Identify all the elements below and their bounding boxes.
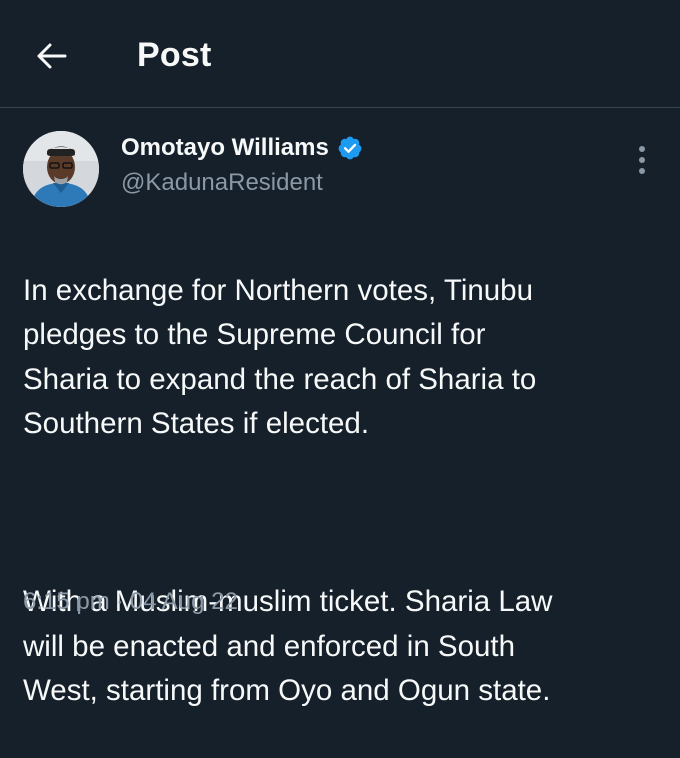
more-vertical-icon — [638, 145, 646, 180]
author-name-text: Omotayo Williams — [121, 134, 329, 161]
page-title: Post — [137, 36, 212, 74]
more-options-button[interactable] — [624, 142, 660, 182]
tweet-paragraph: In exchange for Northern votes, Tinubu p… — [23, 273, 537, 441]
back-button[interactable] — [28, 34, 76, 82]
verified-badge-icon — [337, 135, 363, 161]
top-bar: Post — [0, 0, 680, 108]
meta-separator: · — [115, 588, 124, 615]
tweet-time: 6:15 pm — [23, 588, 110, 615]
tweet-date: 04 Aug 22 — [129, 588, 238, 615]
tweet-timestamp[interactable]: 6:15 pm · 04 Aug 22 — [23, 588, 238, 616]
author-name[interactable]: Omotayo Williams — [121, 134, 363, 162]
author-handle[interactable]: @KadunaResident — [121, 169, 323, 197]
arrow-left-icon — [37, 43, 67, 74]
tweet-text: In exchange for Northern votes, Tinubu p… — [23, 224, 668, 758]
avatar[interactable] — [23, 131, 99, 207]
